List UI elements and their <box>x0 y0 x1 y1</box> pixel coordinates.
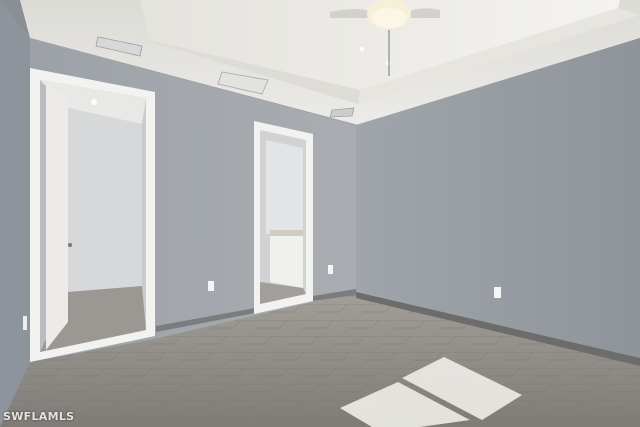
outlet-icon <box>494 287 501 298</box>
closet-door[interactable] <box>46 86 68 350</box>
watermark: SWFLAMLS <box>3 410 75 423</box>
recessed-light-icon <box>91 99 97 105</box>
outlet-icon <box>208 281 214 291</box>
left-wall <box>0 0 30 427</box>
outlet-icon <box>328 265 333 274</box>
bedroom-photo: SWFLAMLS <box>0 0 640 427</box>
door-knob <box>68 243 72 247</box>
recessed-light-icon <box>359 46 365 52</box>
outlet-icon <box>23 316 27 330</box>
recessed-light-icon <box>385 60 391 66</box>
bathroom-vanity <box>270 232 303 288</box>
